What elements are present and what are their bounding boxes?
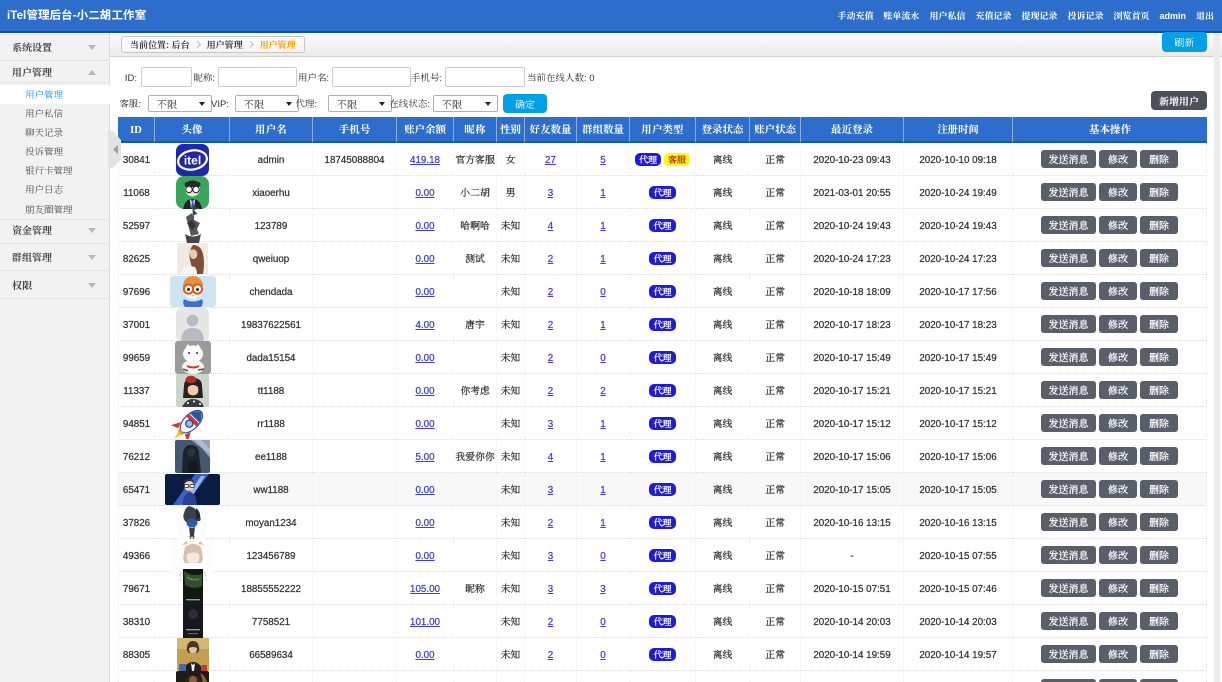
- svg-text:itel: itel: [184, 153, 201, 167]
